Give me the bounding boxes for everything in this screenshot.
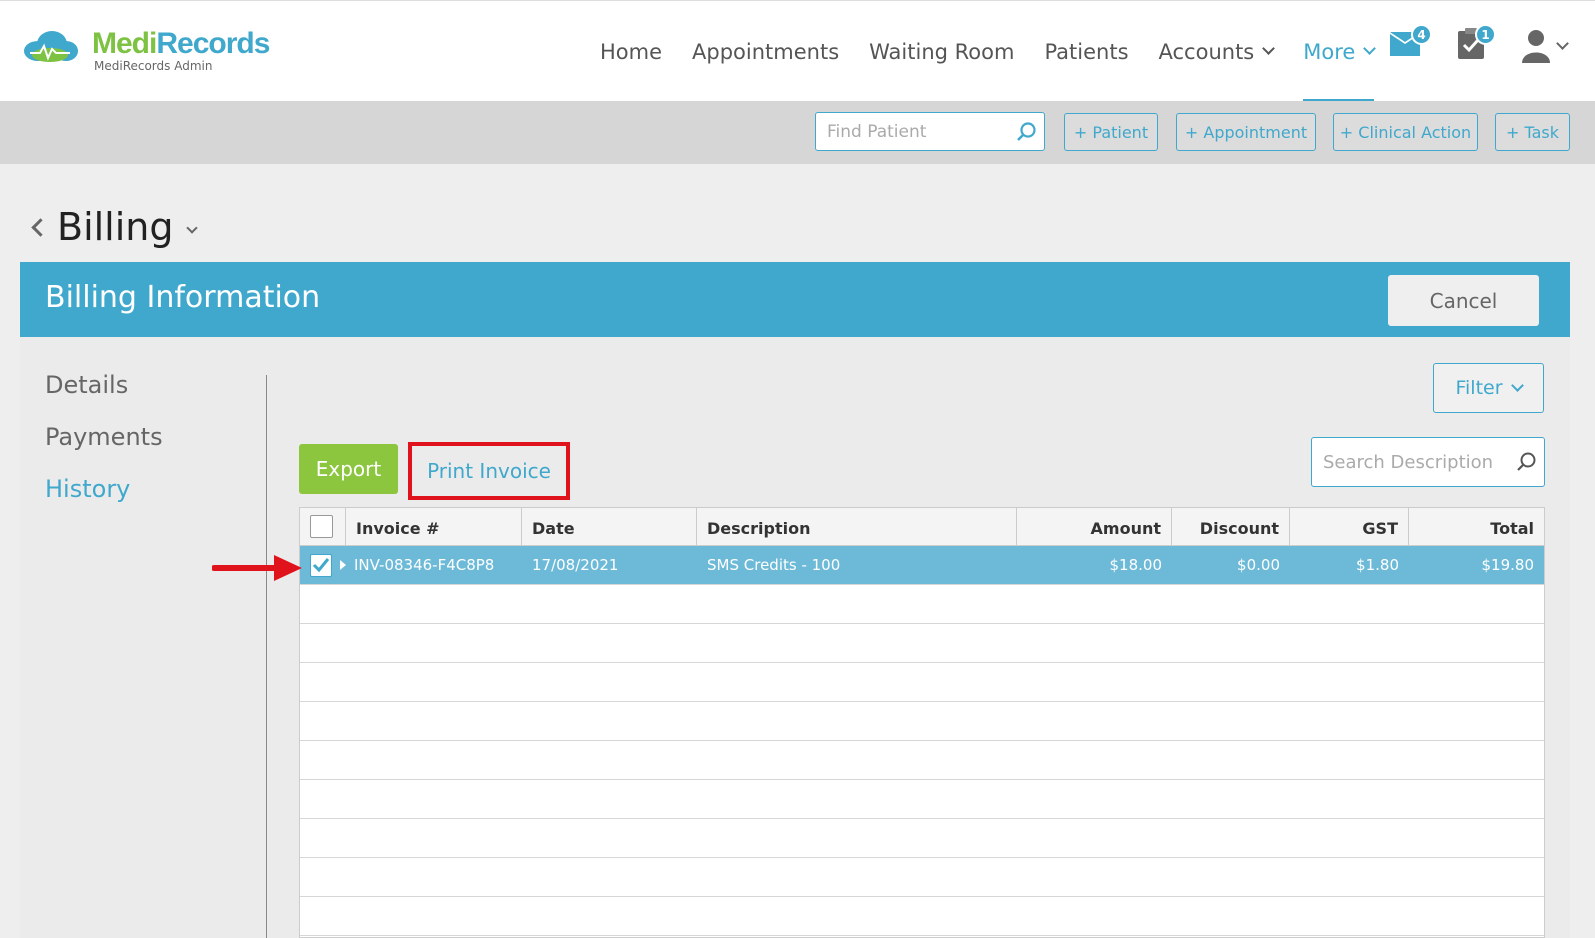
empty-row xyxy=(300,897,1544,936)
print-invoice-label: Print Invoice xyxy=(427,459,551,483)
search-icon[interactable] xyxy=(1516,452,1536,472)
empty-row xyxy=(300,624,1544,663)
user-menu-button[interactable] xyxy=(1522,29,1569,63)
add-appointment-button[interactable]: + Appointment xyxy=(1176,113,1316,151)
empty-row xyxy=(300,741,1544,780)
tasks-button[interactable]: 1 xyxy=(1456,24,1496,64)
column-header-amount[interactable]: Amount xyxy=(1017,508,1172,545)
billing-sidenav: Details Payments History xyxy=(45,370,163,526)
chevron-down-icon xyxy=(1556,36,1569,50)
nav-patients[interactable]: Patients xyxy=(1044,1,1128,102)
cell-gst: $1.80 xyxy=(1356,556,1399,574)
nav-home[interactable]: Home xyxy=(600,1,662,102)
empty-row xyxy=(300,819,1544,858)
filter-label: Filter xyxy=(1455,377,1503,399)
sidenav-item-payments[interactable]: Payments xyxy=(45,422,163,452)
select-all-cell xyxy=(300,508,346,545)
nav-appointments[interactable]: Appointments xyxy=(692,1,839,102)
search-description[interactable] xyxy=(1311,437,1545,487)
cancel-button[interactable]: Cancel xyxy=(1388,275,1539,326)
nav-waiting-room-label: Waiting Room xyxy=(869,39,1015,64)
nav-more[interactable]: More xyxy=(1303,1,1377,102)
empty-row xyxy=(300,702,1544,741)
nav-more-label: More xyxy=(1303,39,1356,64)
chevron-down-icon xyxy=(1363,42,1377,55)
top-navbar: MediRecords MediRecords Admin Home Appoi… xyxy=(0,0,1595,102)
nav-waiting-room[interactable]: Waiting Room xyxy=(869,1,1014,102)
export-button[interactable]: Export xyxy=(299,444,398,494)
select-all-checkbox[interactable] xyxy=(310,515,333,538)
divider xyxy=(266,375,267,938)
cloud-logo-icon xyxy=(24,31,78,62)
search-icon[interactable] xyxy=(1016,122,1036,142)
user-icon xyxy=(1522,30,1550,63)
empty-row xyxy=(300,663,1544,702)
print-invoice-button[interactable]: Print Invoice xyxy=(408,442,570,500)
cell-discount: $0.00 xyxy=(1237,556,1280,574)
column-header-total[interactable]: Total xyxy=(1409,508,1544,545)
medirecords-logo[interactable]: MediRecords MediRecords Admin xyxy=(20,27,270,73)
cell-amount: $18.00 xyxy=(1109,556,1163,574)
nav-accounts[interactable]: Accounts xyxy=(1158,1,1276,102)
empty-row xyxy=(300,780,1544,819)
brand-name-records: Records xyxy=(156,27,270,60)
sidenav-item-details[interactable]: Details xyxy=(45,370,163,400)
cell-total: $19.80 xyxy=(1481,556,1535,574)
nav-appointments-label: Appointments xyxy=(692,39,840,64)
add-clinical-action-button[interactable]: + Clinical Action xyxy=(1333,113,1478,151)
main-nav: Home Appointments Waiting Room Patients … xyxy=(585,1,1389,102)
column-header-discount[interactable]: Discount xyxy=(1172,508,1290,545)
page-title-text: Billing xyxy=(57,205,174,249)
chevron-down-icon[interactable] xyxy=(185,222,198,234)
nav-patients-label: Patients xyxy=(1044,39,1129,64)
messages-button[interactable]: 4 xyxy=(1388,24,1432,62)
messages-badge: 4 xyxy=(1411,24,1432,45)
sidenav-item-history[interactable]: History xyxy=(45,474,163,504)
search-description-input[interactable] xyxy=(1312,438,1502,486)
cell-description: SMS Credits - 100 xyxy=(707,556,841,574)
cell-invoice: INV-08346-F4C8P8 xyxy=(354,556,495,574)
filter-button[interactable]: Filter xyxy=(1433,363,1544,413)
row-checkbox[interactable] xyxy=(310,553,332,577)
add-task-button[interactable]: + Task xyxy=(1495,113,1570,151)
annotation-arrow-icon xyxy=(212,555,302,581)
table-header: Invoice # Date Description Amount Discou… xyxy=(300,508,1544,546)
invoice-table: Invoice # Date Description Amount Discou… xyxy=(299,507,1545,938)
billing-content: Details Payments History Filter Export P… xyxy=(20,337,1570,938)
billing-header-title: Billing Information xyxy=(45,280,321,315)
nav-accounts-label: Accounts xyxy=(1158,39,1255,64)
empty-row xyxy=(300,585,1544,624)
find-patient-search[interactable] xyxy=(815,112,1045,151)
find-patient-input[interactable] xyxy=(816,113,1006,150)
column-header-invoice[interactable]: Invoice # xyxy=(346,508,522,545)
add-patient-button[interactable]: + Patient xyxy=(1064,113,1158,151)
column-header-description[interactable]: Description xyxy=(697,508,1017,545)
billing-header: Billing Information Cancel xyxy=(20,262,1570,337)
brand-subtitle: MediRecords Admin xyxy=(94,59,213,73)
tasks-badge: 1 xyxy=(1475,24,1496,45)
back-chevron-icon[interactable] xyxy=(31,217,50,237)
cell-date: 17/08/2021 xyxy=(532,556,619,574)
page-title: Billing xyxy=(31,205,198,249)
nav-home-label: Home xyxy=(600,39,663,64)
column-header-date[interactable]: Date xyxy=(522,508,697,545)
checkmark-icon xyxy=(312,558,330,573)
column-header-gst[interactable]: GST xyxy=(1290,508,1409,545)
chevron-down-icon xyxy=(1262,42,1276,55)
chevron-down-icon xyxy=(1510,378,1524,392)
table-row[interactable]: INV-08346-F4C8P8 17/08/2021 SMS Credits … xyxy=(300,546,1544,585)
row-select-cell xyxy=(300,546,346,584)
brand-name-medi: Medi xyxy=(92,27,157,60)
empty-row xyxy=(300,858,1544,897)
